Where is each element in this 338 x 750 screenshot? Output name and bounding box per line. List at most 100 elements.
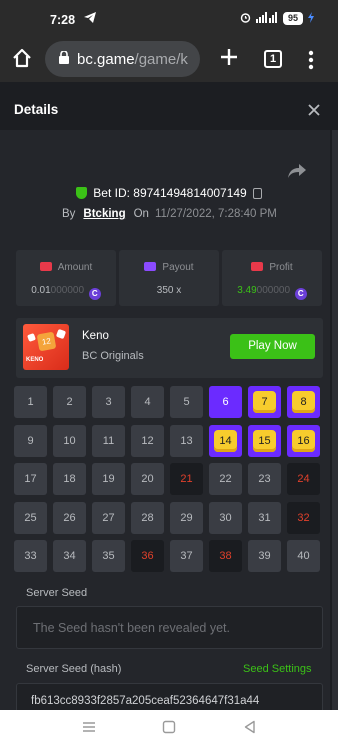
keno-hit-tile: 15: [253, 429, 276, 452]
keno-cell-23[interactable]: 23: [248, 463, 281, 495]
server-seed-field[interactable]: The Seed hasn't been revealed yet.: [16, 606, 323, 649]
keno-cell-21[interactable]: 21: [170, 463, 203, 495]
tile-decoration: 12: [36, 331, 57, 352]
keno-cell-17[interactable]: 17: [14, 463, 47, 495]
keno-hit-tile: 16: [292, 429, 315, 452]
keno-cell-8[interactable]: 8: [287, 386, 320, 418]
home-nav-icon[interactable]: [162, 720, 176, 738]
profit-icon: [251, 262, 264, 271]
bet-id-text: Bet ID: 89741494814007149: [93, 186, 247, 200]
browser-toolbar: bc.game/game/k 1: [0, 38, 338, 82]
game-provider: BC Originals: [82, 350, 144, 362]
profit-value-dim: 000000: [256, 285, 291, 296]
play-now-button[interactable]: Play Now: [230, 334, 315, 359]
keno-cell-28[interactable]: 28: [131, 501, 164, 534]
scrollbar[interactable]: [332, 130, 338, 710]
telegram-icon: [84, 12, 96, 26]
details-header: Details: [0, 88, 338, 130]
share-icon[interactable]: [288, 164, 306, 183]
url-field[interactable]: bc.game/game/k: [45, 41, 200, 77]
game-card: 12 KENO Keno BC Originals Play Now: [16, 318, 323, 378]
server-seed-hash-field[interactable]: fb613cc8933f2857a205ceaf52364647f31a44: [16, 683, 323, 713]
keno-cell-29[interactable]: 29: [170, 501, 203, 534]
copy-icon[interactable]: [252, 188, 262, 199]
payout-card: Payout 350 x: [119, 250, 219, 306]
url-domain: bc.game: [77, 50, 135, 68]
keno-thumbnail[interactable]: 12 KENO: [23, 324, 69, 370]
lock-icon: [59, 49, 69, 68]
keno-cell-3[interactable]: 3: [92, 386, 125, 418]
keno-cell-39[interactable]: 39: [248, 540, 281, 572]
charging-icon: [308, 12, 314, 25]
keno-cell-7[interactable]: 7: [248, 386, 281, 418]
keno-cell-4[interactable]: 4: [131, 386, 164, 418]
recents-icon[interactable]: [82, 720, 96, 738]
new-tab-icon[interactable]: [218, 46, 240, 73]
keno-cell-26[interactable]: 26: [53, 501, 86, 534]
keno-cell-32[interactable]: 32: [287, 501, 320, 534]
keno-cell-22[interactable]: 22: [209, 463, 242, 495]
keno-cell-20[interactable]: 20: [131, 463, 164, 495]
battery-icon: 95: [282, 12, 303, 25]
keno-cell-2[interactable]: 2: [53, 386, 86, 418]
keno-cell-10[interactable]: 10: [53, 424, 86, 457]
keno-cell-25[interactable]: 25: [14, 501, 47, 534]
keno-hit-tile: 14: [214, 429, 237, 452]
server-seed-hash-label: Server Seed (hash): [26, 663, 122, 675]
keno-cell-5[interactable]: 5: [170, 386, 203, 418]
payout-value: 350 x: [156, 285, 182, 296]
keno-cell-40[interactable]: 40: [287, 540, 320, 572]
keno-cell-34[interactable]: 34: [53, 540, 86, 572]
by-label: By: [62, 208, 76, 220]
keno-cell-27[interactable]: 27: [92, 501, 125, 534]
keno-cell-31[interactable]: 31: [248, 501, 281, 534]
keno-cell-24[interactable]: 24: [287, 463, 320, 495]
details-title: Details: [14, 102, 59, 117]
seed-settings-link[interactable]: Seed Settings: [243, 663, 312, 675]
more-options-icon[interactable]: [308, 50, 314, 75]
keno-cell-33[interactable]: 33: [14, 540, 47, 572]
keno-cell-9[interactable]: 9: [14, 424, 47, 457]
server-seed-label: Server Seed: [26, 587, 88, 599]
keno-cell-37[interactable]: 37: [170, 540, 203, 572]
on-label: On: [133, 208, 149, 220]
keno-cell-36[interactable]: 36: [131, 540, 164, 572]
bettor-name[interactable]: Btcking: [83, 208, 125, 220]
keno-cell-12[interactable]: 12: [131, 424, 164, 457]
status-icons: 95: [240, 12, 314, 25]
payout-label: Payout: [162, 262, 194, 273]
close-icon[interactable]: [308, 100, 320, 121]
payout-icon: [144, 262, 157, 271]
amount-label: Amount: [57, 262, 93, 273]
profit-card: Profit 3.49000000 C: [222, 250, 322, 306]
keno-hit-tile: 8: [292, 391, 315, 413]
system-nav-bar: [0, 710, 338, 750]
keno-cell-13[interactable]: 13: [170, 424, 203, 457]
keno-cell-30[interactable]: 30: [209, 501, 242, 534]
status-time: 7:28: [50, 13, 76, 27]
keno-cell-1[interactable]: 1: [14, 386, 47, 418]
shield-check-icon: [76, 187, 88, 199]
keno-cell-11[interactable]: 11: [92, 424, 125, 457]
home-icon[interactable]: [12, 48, 32, 73]
tab-count-button[interactable]: 1: [264, 50, 282, 68]
game-name: Keno: [82, 330, 109, 342]
keno-cell-14[interactable]: 14: [209, 424, 242, 457]
keno-cell-38[interactable]: 38: [209, 540, 242, 572]
profit-value: 3.49: [237, 285, 257, 296]
signal-icon: [255, 12, 278, 25]
back-icon[interactable]: [243, 720, 257, 738]
bet-date: 11/27/2022, 7:28:40 PM: [154, 208, 277, 220]
alarm-icon: [240, 12, 251, 25]
keno-hit-tile: 7: [253, 391, 276, 413]
keno-cell-15[interactable]: 15: [248, 424, 281, 457]
keno-cell-6[interactable]: 6: [209, 386, 242, 418]
keno-cell-16[interactable]: 16: [287, 424, 320, 457]
keno-cell-35[interactable]: 35: [92, 540, 125, 572]
amount-value-dim: 000000: [50, 285, 85, 296]
keno-cell-18[interactable]: 18: [53, 463, 86, 495]
url-path: /game/k: [134, 50, 188, 68]
keno-cell-19[interactable]: 19: [92, 463, 125, 495]
coin-icon: C: [294, 288, 307, 300]
coin-icon: C: [88, 288, 101, 300]
